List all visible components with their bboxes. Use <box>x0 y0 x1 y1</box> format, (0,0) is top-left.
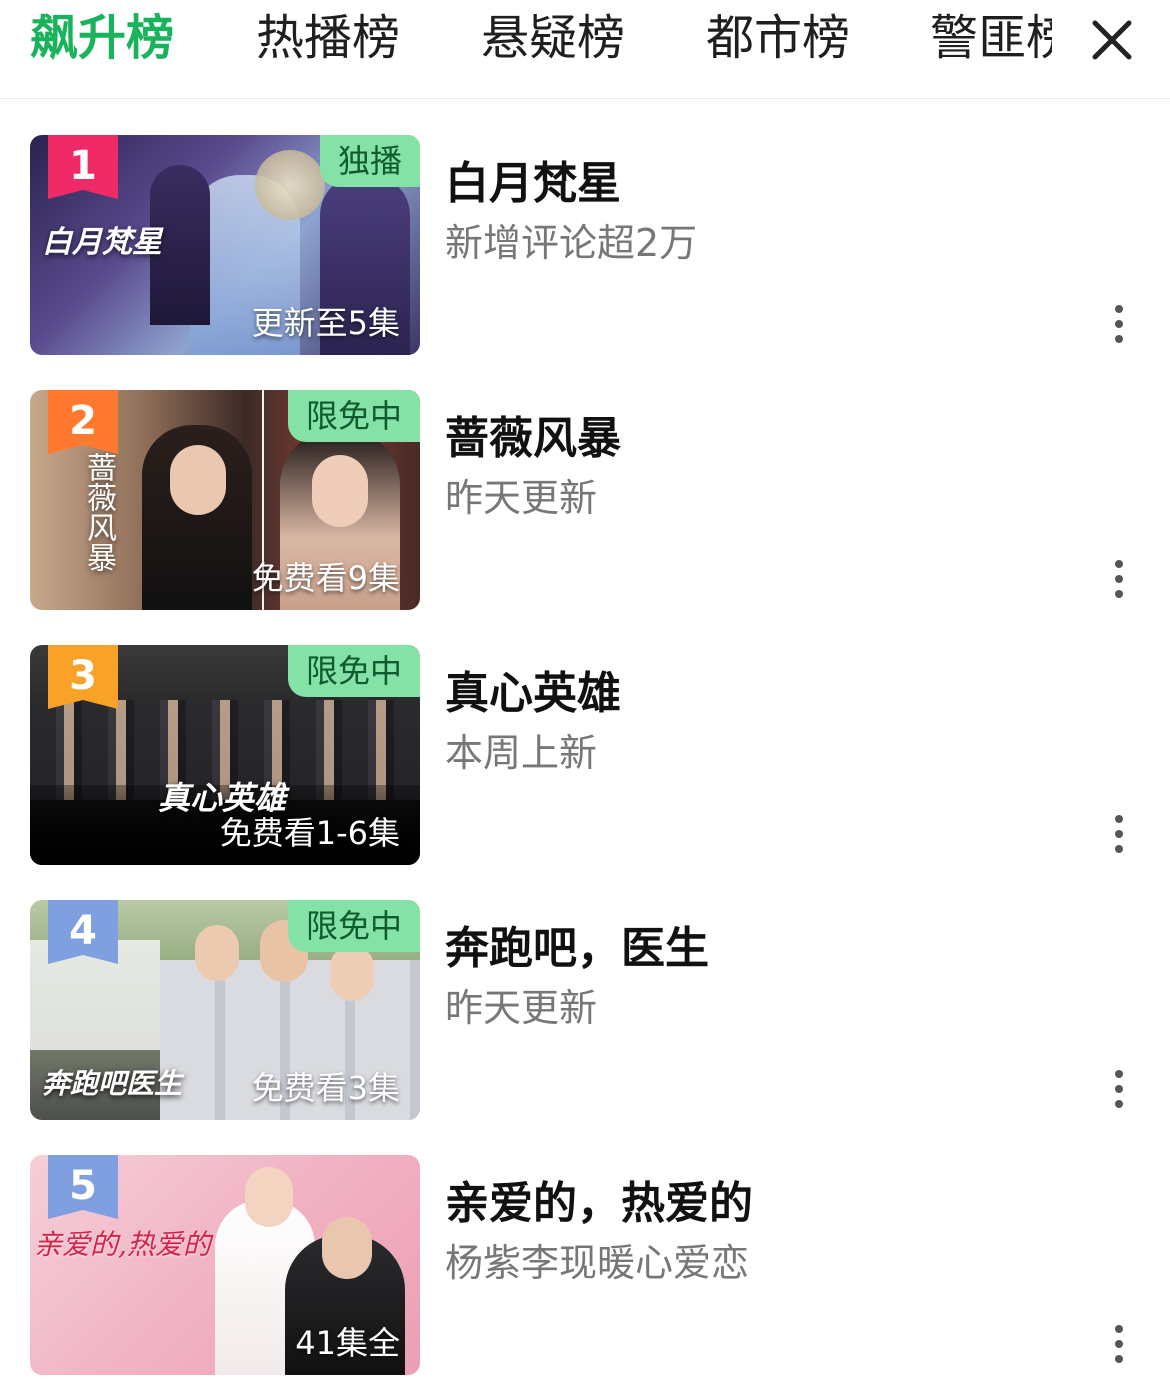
show-title[interactable]: 奔跑吧，医生 <box>445 922 709 976</box>
poster-image[interactable]: 亲爱的,热爱的 5 41集全 <box>30 1155 420 1375</box>
show-subtitle: 新增评论超2万 <box>445 221 698 265</box>
poster-image[interactable]: 真心英雄 3 限免中 免费看1-6集 <box>30 645 420 865</box>
category-tabs: 飙升榜 热播榜 悬疑榜 都市榜 警匪榜 <box>0 0 1170 99</box>
episode-label: 免费看9集 <box>251 559 400 597</box>
show-title[interactable]: 亲爱的，热爱的 <box>445 1177 753 1231</box>
poster-image[interactable]: 奔跑吧医生 4 限免中 免费看3集 <box>30 900 420 1120</box>
list-item[interactable]: 真心英雄 3 限免中 免费看1-6集 真心英雄 本周上新 <box>0 645 1170 865</box>
episode-label: 更新至5集 <box>251 304 400 342</box>
list-item[interactable]: 奔跑吧医生 4 限免中 免费看3集 奔跑吧，医生 昨天更新 <box>0 900 1170 1120</box>
rank-badge: 2 <box>48 390 118 454</box>
tab-urban[interactable]: 都市榜 <box>706 8 850 68</box>
tab-suspense[interactable]: 悬疑榜 <box>481 8 625 68</box>
more-options-icon[interactable] <box>1100 809 1138 859</box>
list-item[interactable]: 白月梵星 1 独播 更新至5集 白月梵星 新增评论超2万 <box>0 135 1170 355</box>
poster-image[interactable]: 蔷薇风暴 2 限免中 免费看9集 <box>30 390 420 610</box>
episode-label: 免费看1-6集 <box>219 814 400 852</box>
tab-soaring[interactable]: 飙升榜 <box>30 8 174 68</box>
poster-image[interactable]: 白月梵星 1 独播 更新至5集 <box>30 135 420 355</box>
more-options-icon[interactable] <box>1100 299 1138 349</box>
status-badge: 限免中 <box>287 390 420 442</box>
more-options-icon[interactable] <box>1100 1064 1138 1114</box>
rank-badge: 4 <box>48 900 118 964</box>
rank-badge: 5 <box>48 1155 118 1219</box>
status-badge: 独播 <box>319 135 420 187</box>
show-subtitle: 昨天更新 <box>445 986 598 1030</box>
list-item[interactable]: 亲爱的,热爱的 5 41集全 亲爱的，热爱的 杨紫李现暖心爱恋 <box>0 1155 1170 1375</box>
show-subtitle: 昨天更新 <box>445 476 598 520</box>
status-badge: 限免中 <box>287 645 420 697</box>
episode-label: 41集全 <box>295 1324 400 1362</box>
more-options-icon[interactable] <box>1100 1319 1138 1369</box>
tab-police[interactable]: 警匪榜 <box>930 8 1052 68</box>
show-title[interactable]: 白月梵星 <box>445 157 621 211</box>
show-subtitle: 本周上新 <box>445 731 598 775</box>
more-options-icon[interactable] <box>1100 554 1138 604</box>
episode-label: 免费看3集 <box>251 1069 400 1107</box>
poster-title-art: 白月梵星 <box>42 225 162 260</box>
tab-clip: 警匪榜 <box>930 0 1052 98</box>
close-icon[interactable] <box>1080 12 1144 68</box>
poster-title-art: 亲爱的,热爱的 <box>34 1228 211 1261</box>
rank-badge: 1 <box>48 135 118 199</box>
poster-title-art: 蔷薇风暴 <box>81 452 116 572</box>
list-item[interactable]: 蔷薇风暴 2 限免中 免费看9集 蔷薇风暴 昨天更新 <box>0 390 1170 610</box>
status-badge: 限免中 <box>287 900 420 952</box>
show-title[interactable]: 真心英雄 <box>445 667 621 721</box>
show-title[interactable]: 蔷薇风暴 <box>445 412 621 466</box>
rank-badge: 3 <box>48 645 118 709</box>
show-subtitle: 杨紫李现暖心爱恋 <box>445 1241 750 1285</box>
tab-hot[interactable]: 热播榜 <box>256 8 400 68</box>
poster-title-art: 奔跑吧医生 <box>42 1067 183 1100</box>
